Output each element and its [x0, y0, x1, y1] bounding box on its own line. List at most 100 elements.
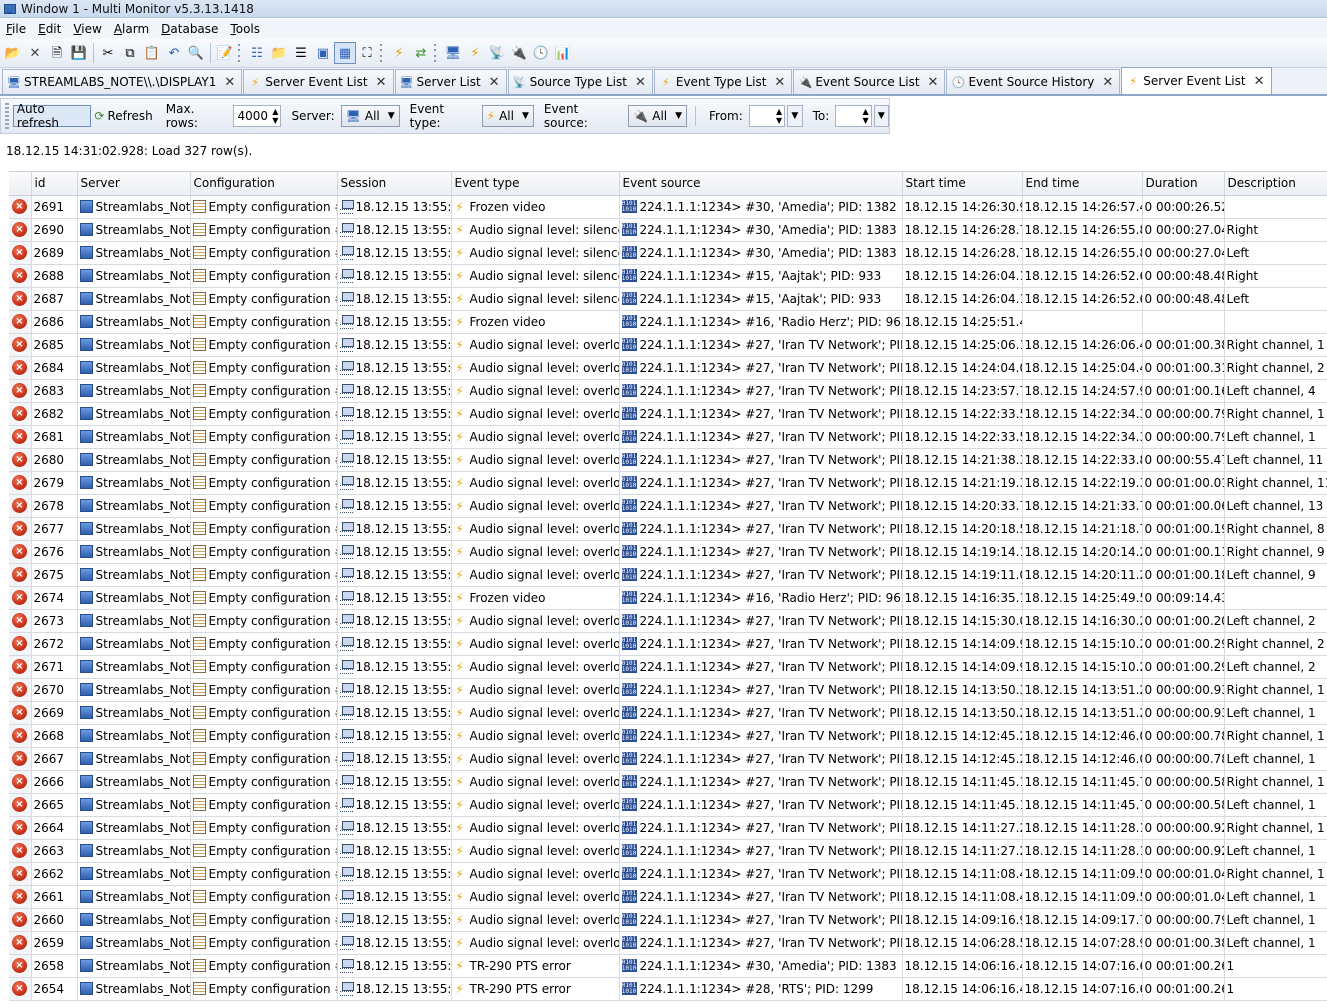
column-header-event-source[interactable]: Event source	[619, 172, 903, 196]
copy-icon[interactable]: ⧉	[119, 42, 141, 64]
table-row[interactable]: × 2680 Streamlabs_Note Empty configuration …	[9, 448, 1327, 472]
event-type-filter-combo[interactable]: ⚡ All ▼	[481, 105, 534, 127]
event-add-icon[interactable]: ⚡	[388, 42, 410, 64]
folder-tree-icon[interactable]: 📁	[268, 42, 290, 64]
table-row[interactable]: × 2687 Streamlabs_Note Empty configuration …	[9, 287, 1327, 311]
table-row[interactable]: × 2666 Streamlabs_Note Empty configuration …	[9, 770, 1327, 794]
column-header-start-time[interactable]: Start time	[902, 172, 1023, 196]
table-row[interactable]: × 2658 Streamlabs_Note Empty configuration …	[9, 954, 1327, 978]
from-date-input[interactable]: ▲ ▼	[748, 105, 786, 127]
column-header-description[interactable]: Description	[1224, 172, 1327, 196]
to-date-input[interactable]: ▲ ▼	[835, 105, 872, 127]
table-row[interactable]: × 2683 Streamlabs_Note Empty configuration …	[9, 379, 1327, 403]
table-row[interactable]: × 2663 Streamlabs_Note Empty configuration …	[9, 839, 1327, 863]
table-row[interactable]: × 2661 Streamlabs_Note Empty configuration …	[9, 885, 1327, 909]
spin-arrows-icon[interactable]: ▲ ▼	[776, 107, 782, 125]
menu-database[interactable]: Database	[155, 22, 224, 36]
column-header-session[interactable]: Session	[337, 172, 452, 196]
close-icon[interactable]: ✕	[489, 75, 500, 90]
tab-event-source-history[interactable]: 🕓 Event Source History ✕	[946, 69, 1121, 94]
open-folder-icon[interactable]: 📂	[2, 42, 24, 64]
close-icon[interactable]: ✕	[774, 75, 785, 90]
table-row[interactable]: × 2684 Streamlabs_Note Empty configuration …	[9, 356, 1327, 380]
close-icon[interactable]: ✕	[1254, 74, 1265, 89]
cut-icon[interactable]: ✂	[97, 42, 119, 64]
toolbar-grip[interactable]	[434, 42, 440, 64]
close-icon[interactable]: ✕	[928, 75, 939, 90]
table-row[interactable]: × 2681 Streamlabs_Note Empty configuration …	[9, 425, 1327, 449]
max-rows-input[interactable]: 4000 ▲ ▼	[233, 105, 282, 127]
table-row[interactable]: × 2667 Streamlabs_Note Empty configuration …	[9, 747, 1327, 771]
event-refresh-icon[interactable]: ⇄	[410, 42, 432, 64]
table-row[interactable]: × 2688 Streamlabs_Note Empty configuration …	[9, 264, 1327, 288]
event-source-filter-combo[interactable]: 🔌 All ▼	[628, 105, 688, 127]
table-row[interactable]: × 2685 Streamlabs_Note Empty configuration …	[9, 333, 1327, 357]
table-row[interactable]: × 2668 Streamlabs_Note Empty configuration …	[9, 724, 1327, 748]
fullscreen-icon[interactable]: ⛶	[356, 42, 378, 64]
refresh-button[interactable]: ⟳ Refresh	[91, 105, 155, 127]
tree-icon[interactable]: ☷	[246, 42, 268, 64]
column-header-id[interactable]: id	[31, 172, 78, 196]
table-row[interactable]: × 2659 Streamlabs_Note Empty configuration …	[9, 931, 1327, 955]
table-row[interactable]: × 2670 Streamlabs_Note Empty configuration …	[9, 678, 1327, 702]
delete-icon[interactable]: ✕	[24, 42, 46, 64]
tab-source-type-list[interactable]: 📡 Source Type List ✕	[507, 69, 653, 94]
menu-view[interactable]: View	[67, 22, 107, 36]
table-row[interactable]: × 2673 Streamlabs_Note Empty configuration …	[9, 609, 1327, 633]
spin-arrows-icon[interactable]: ▲ ▼	[272, 107, 278, 125]
auto-refresh-button[interactable]: Auto refresh	[12, 102, 92, 130]
table-row[interactable]: × 2677 Streamlabs_Note Empty configuration …	[9, 517, 1327, 541]
table-row[interactable]: × 2674 Streamlabs_Note Empty configuration …	[9, 586, 1327, 610]
table-row[interactable]: × 2669 Streamlabs_Note Empty configuration …	[9, 701, 1327, 725]
event-type-icon[interactable]: ⚡	[464, 42, 486, 64]
table-row[interactable]: × 2690 Streamlabs_Note Empty configuration …	[9, 218, 1327, 242]
tab-event-source-list[interactable]: 🔌 Event Source List ✕	[793, 69, 946, 94]
table-row[interactable]: × 2671 Streamlabs_Note Empty configuration …	[9, 655, 1327, 679]
save-icon[interactable]: 💾	[68, 42, 90, 64]
table-row[interactable]: × 2675 Streamlabs_Note Empty configuration …	[9, 563, 1327, 587]
history-icon[interactable]: 🕓	[530, 42, 552, 64]
server-filter-combo[interactable]: 🖥 All ▼	[340, 105, 400, 127]
spin-arrows-icon[interactable]: ▲ ▼	[862, 107, 868, 125]
table-row[interactable]: × 2689 Streamlabs_Note Empty configuration …	[9, 241, 1327, 265]
close-icon[interactable]: ✕	[635, 75, 646, 90]
list-icon[interactable]: ☰	[290, 42, 312, 64]
event-source-icon[interactable]: 🔌	[508, 42, 530, 64]
menu-edit[interactable]: Edit	[32, 22, 67, 36]
table-row[interactable]: × 2679 Streamlabs_Note Empty configuration …	[9, 471, 1327, 495]
table-row[interactable]: × 2660 Streamlabs_Note Empty configuration …	[9, 908, 1327, 932]
toolbar-grip[interactable]	[238, 42, 244, 64]
undo-icon[interactable]: ↶	[163, 42, 185, 64]
find-icon[interactable]: 🔍	[185, 42, 207, 64]
filter-toolbar-grip[interactable]	[5, 103, 9, 129]
table-row[interactable]: × 2682 Streamlabs_Note Empty configuration …	[9, 402, 1327, 426]
toolbar-grip[interactable]	[380, 42, 386, 64]
server-event-icon[interactable]: 📊	[552, 42, 574, 64]
column-header-configuration[interactable]: Configuration	[190, 172, 338, 196]
window-icon[interactable]: ▣	[312, 42, 334, 64]
tab-server-event-list[interactable]: ⚡ Server Event List ✕	[1121, 67, 1272, 94]
table-row[interactable]: × 2672 Streamlabs_Note Empty configuration …	[9, 632, 1327, 656]
tab-server-list[interactable]: 🖥 Server List ✕	[394, 69, 507, 94]
table-row[interactable]: × 2676 Streamlabs_Note Empty configuration …	[9, 540, 1327, 564]
table-row[interactable]: × 2686 Streamlabs_Note Empty configuration …	[9, 310, 1327, 334]
source-type-icon[interactable]: 📡	[486, 42, 508, 64]
table-row[interactable]: × 2665 Streamlabs_Note Empty configuration …	[9, 793, 1327, 817]
server-list-icon[interactable]: 🖥	[442, 42, 464, 64]
column-header-event-type[interactable]: Event type	[451, 172, 620, 196]
paste-icon[interactable]: 📋	[141, 42, 163, 64]
to-date-dropdown[interactable]: ▼	[873, 105, 890, 127]
properties-icon[interactable]: 📝	[214, 42, 236, 64]
menu-tools[interactable]: Tools	[224, 22, 266, 36]
close-icon[interactable]: ✕	[1102, 75, 1113, 90]
table-row[interactable]: × 2662 Streamlabs_Note Empty configuration …	[9, 862, 1327, 886]
close-icon[interactable]: ✕	[376, 75, 387, 90]
table-row[interactable]: × 2678 Streamlabs_Note Empty configuration …	[9, 494, 1327, 518]
menu-alarm[interactable]: Alarm	[108, 22, 155, 36]
from-date-dropdown[interactable]: ▼	[787, 105, 803, 127]
table-row[interactable]: × 2664 Streamlabs_Note Empty configuration …	[9, 816, 1327, 840]
tab-server-event-list[interactable]: ⚡ Server Event List ✕	[243, 69, 394, 94]
tab-streamlabs-note-display1[interactable]: 🖥 STREAMLABS_NOTE\\.\DISPLAY1 ✕	[2, 69, 243, 94]
new-document-icon[interactable]: 🗎	[46, 42, 68, 64]
tab-event-type-list[interactable]: ⚡ Event Type List ✕	[653, 69, 793, 94]
